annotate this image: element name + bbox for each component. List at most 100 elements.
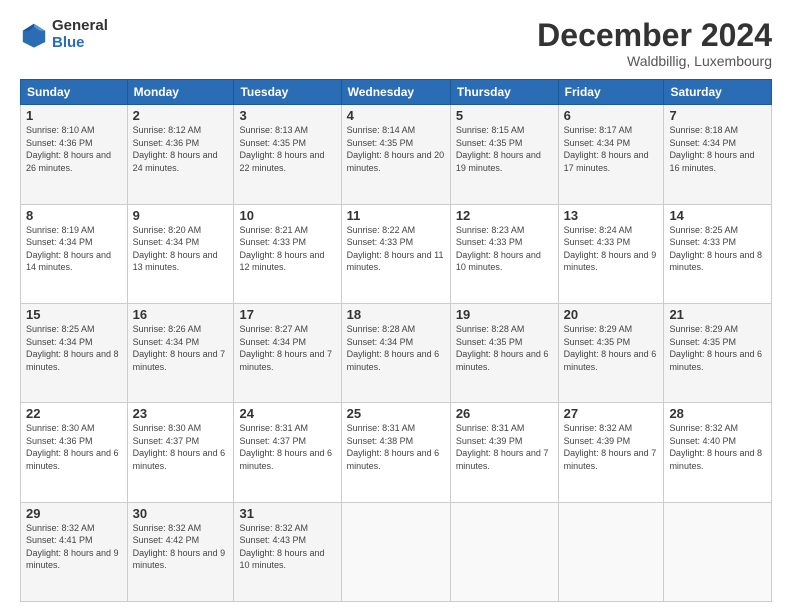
daylight-text: Daylight: 8 hours and 10 minutes. [456, 250, 541, 273]
day-number: 16 [133, 307, 229, 322]
logo-icon [20, 21, 48, 49]
table-row: 7Sunrise: 8:18 AMSunset: 4:34 PMDaylight… [664, 105, 772, 204]
sunset-text: Sunset: 4:35 PM [456, 337, 523, 347]
table-row: 2 Sunrise: 8:12 AM Sunset: 4:36 PM Daylight… [127, 105, 234, 204]
sunset-text: Sunset: 4:41 PM [26, 535, 93, 545]
sunset-text: Sunset: 4:39 PM [564, 436, 631, 446]
daylight-text: Daylight: 8 hours and 9 minutes. [26, 548, 119, 571]
month-title: December 2024 [537, 18, 772, 53]
sunset-text: Sunset: 4:35 PM [239, 138, 306, 148]
header: General Blue December 2024 Waldbillig, L… [20, 18, 772, 69]
sunrise-text: Sunrise: 8:13 AM [239, 125, 308, 135]
day-number: 18 [347, 307, 445, 322]
day-detail: Sunrise: 8:28 AMSunset: 4:34 PMDaylight:… [347, 323, 445, 373]
day-number: 17 [239, 307, 335, 322]
daylight-text: Daylight: 8 hours and 7 minutes. [133, 349, 226, 372]
calendar-week-row: 1Sunrise: 8:10 AMSunset: 4:36 PMDaylight… [21, 105, 772, 204]
table-row: 31Sunrise: 8:32 AMSunset: 4:43 PMDayligh… [234, 502, 341, 601]
day-detail: Sunrise: 8:26 AMSunset: 4:34 PMDaylight:… [133, 323, 229, 373]
day-number: 24 [239, 406, 335, 421]
col-sunday: Sunday [21, 80, 128, 105]
table-row: 27Sunrise: 8:32 AMSunset: 4:39 PMDayligh… [558, 403, 664, 502]
sunrise-text: Sunrise: 8:18 AM [669, 125, 738, 135]
day-number: 9 [133, 208, 229, 223]
day-detail: Sunrise: 8:19 AMSunset: 4:34 PMDaylight:… [26, 224, 122, 274]
day-detail: Sunrise: 8:20 AMSunset: 4:34 PMDaylight:… [133, 224, 229, 274]
calendar-week-row: 22Sunrise: 8:30 AMSunset: 4:36 PMDayligh… [21, 403, 772, 502]
sunset-text: Sunset: 4:37 PM [239, 436, 306, 446]
table-row: 9Sunrise: 8:20 AMSunset: 4:34 PMDaylight… [127, 204, 234, 303]
table-row: 17Sunrise: 8:27 AMSunset: 4:34 PMDayligh… [234, 303, 341, 402]
table-row: 14Sunrise: 8:25 AMSunset: 4:33 PMDayligh… [664, 204, 772, 303]
table-row: 21Sunrise: 8:29 AMSunset: 4:35 PMDayligh… [664, 303, 772, 402]
day-detail: Sunrise: 8:30 AM Sunset: 4:36 PM Daylight:… [26, 422, 122, 472]
table-row: 12Sunrise: 8:23 AMSunset: 4:33 PMDayligh… [450, 204, 558, 303]
sunrise-text: Sunrise: 8:27 AM [239, 324, 308, 334]
sunset-text: Sunset: 4:34 PM [26, 337, 93, 347]
table-row [450, 502, 558, 601]
day-detail: Sunrise: 8:32 AMSunset: 4:40 PMDaylight:… [669, 422, 766, 472]
day-number: 23 [133, 406, 229, 421]
sunrise-text: Sunrise: 8:12 AM [133, 125, 202, 135]
calendar-week-row: 29 Sunrise: 8:32 AM Sunset: 4:41 PM Dayligh… [21, 502, 772, 601]
table-row: 11Sunrise: 8:22 AMSunset: 4:33 PMDayligh… [341, 204, 450, 303]
table-row: 29 Sunrise: 8:32 AM Sunset: 4:41 PM Dayligh… [21, 502, 128, 601]
sunrise-text: Sunrise: 8:22 AM [347, 225, 416, 235]
day-number: 25 [347, 406, 445, 421]
sunrise-text: Sunrise: 8:32 AM [26, 523, 95, 533]
sunrise-text: Sunrise: 8:19 AM [26, 225, 95, 235]
sunset-text: Sunset: 4:34 PM [133, 237, 200, 247]
daylight-text: Daylight: 8 hours and 24 minutes. [133, 150, 218, 173]
day-number: 19 [456, 307, 553, 322]
day-detail: Sunrise: 8:18 AMSunset: 4:34 PMDaylight:… [669, 124, 766, 174]
daylight-text: Daylight: 8 hours and 6 minutes. [26, 448, 119, 471]
day-number: 31 [239, 506, 335, 521]
sunrise-text: Sunrise: 8:28 AM [456, 324, 525, 334]
table-row: 28Sunrise: 8:32 AMSunset: 4:40 PMDayligh… [664, 403, 772, 502]
sunrise-text: Sunrise: 8:32 AM [133, 523, 202, 533]
sunset-text: Sunset: 4:36 PM [26, 436, 93, 446]
day-number: 2 [133, 108, 229, 123]
sunrise-text: Sunrise: 8:29 AM [669, 324, 738, 334]
sunset-text: Sunset: 4:33 PM [347, 237, 414, 247]
table-row: 23Sunrise: 8:30 AMSunset: 4:37 PMDayligh… [127, 403, 234, 502]
sunset-text: Sunset: 4:36 PM [133, 138, 200, 148]
sunset-text: Sunset: 4:33 PM [456, 237, 523, 247]
sunset-text: Sunset: 4:35 PM [564, 337, 631, 347]
sunrise-text: Sunrise: 8:30 AM [26, 423, 95, 433]
day-number: 1 [26, 108, 122, 123]
day-number: 8 [26, 208, 122, 223]
daylight-text: Daylight: 8 hours and 6 minutes. [456, 349, 549, 372]
day-number: 7 [669, 108, 766, 123]
sunrise-text: Sunrise: 8:31 AM [456, 423, 525, 433]
day-detail: Sunrise: 8:10 AMSunset: 4:36 PMDaylight:… [26, 124, 122, 174]
daylight-text: Daylight: 8 hours and 6 minutes. [239, 448, 332, 471]
daylight-text: Daylight: 8 hours and 7 minutes. [456, 448, 549, 471]
calendar-week-row: 8Sunrise: 8:19 AMSunset: 4:34 PMDaylight… [21, 204, 772, 303]
col-wednesday: Wednesday [341, 80, 450, 105]
table-row: 24Sunrise: 8:31 AMSunset: 4:37 PMDayligh… [234, 403, 341, 502]
day-detail: Sunrise: 8:15 AMSunset: 4:35 PMDaylight:… [456, 124, 553, 174]
day-number: 29 [26, 506, 122, 521]
sunset-text: Sunset: 4:37 PM [133, 436, 200, 446]
day-number: 30 [133, 506, 229, 521]
day-number: 21 [669, 307, 766, 322]
logo-general-text: General [52, 18, 108, 35]
sunrise-text: Sunrise: 8:31 AM [347, 423, 416, 433]
daylight-text: Daylight: 8 hours and 14 minutes. [26, 250, 111, 273]
sunset-text: Sunset: 4:35 PM [669, 337, 736, 347]
sunrise-text: Sunrise: 8:28 AM [347, 324, 416, 334]
calendar-header-row: Sunday Monday Tuesday Wednesday Thursday… [21, 80, 772, 105]
sunrise-text: Sunrise: 8:25 AM [669, 225, 738, 235]
sunrise-text: Sunrise: 8:20 AM [133, 225, 202, 235]
day-detail: Sunrise: 8:25 AMSunset: 4:34 PMDaylight:… [26, 323, 122, 373]
day-number: 6 [564, 108, 659, 123]
day-detail: Sunrise: 8:12 AM Sunset: 4:36 PM Daylight:… [133, 124, 229, 174]
daylight-text: Daylight: 8 hours and 16 minutes. [669, 150, 754, 173]
day-detail: Sunrise: 8:32 AMSunset: 4:39 PMDaylight:… [564, 422, 659, 472]
sunrise-text: Sunrise: 8:30 AM [133, 423, 202, 433]
sunrise-text: Sunrise: 8:26 AM [133, 324, 202, 334]
sunrise-text: Sunrise: 8:14 AM [347, 125, 416, 135]
day-detail: Sunrise: 8:24 AMSunset: 4:33 PMDaylight:… [564, 224, 659, 274]
sunrise-text: Sunrise: 8:29 AM [564, 324, 633, 334]
